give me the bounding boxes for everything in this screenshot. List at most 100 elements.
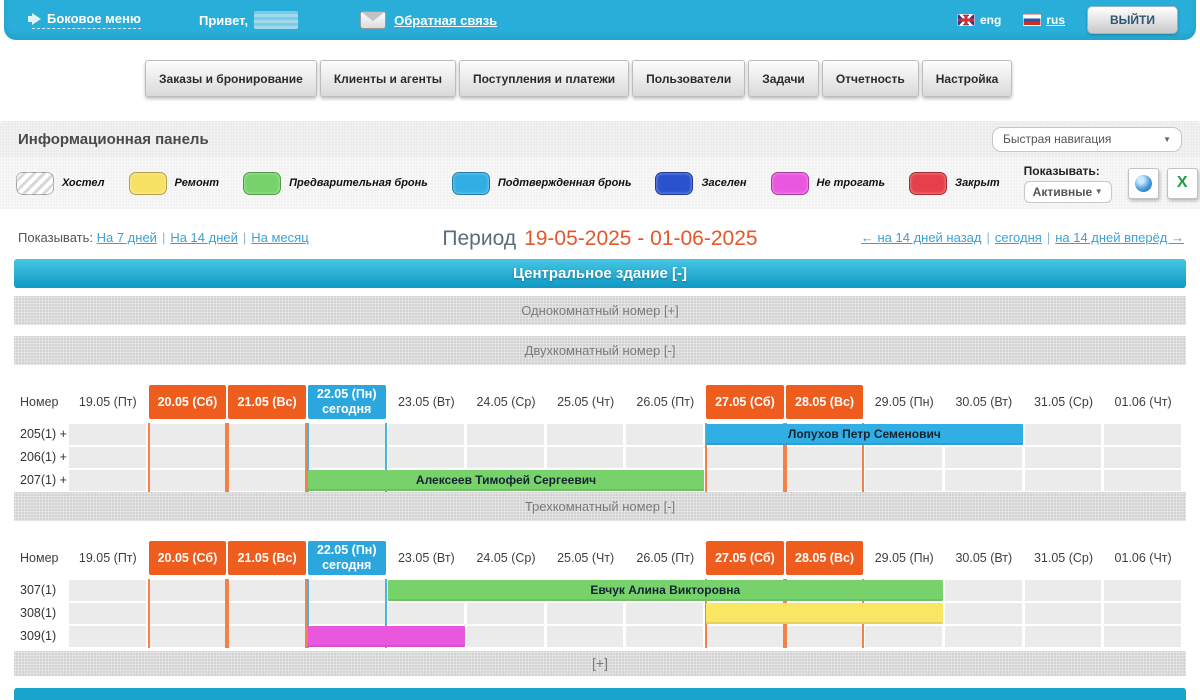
calendar-cell[interactable] bbox=[1025, 447, 1102, 468]
booking-bar[interactable] bbox=[308, 626, 465, 647]
calendar-cell[interactable] bbox=[467, 424, 544, 445]
calendar-cell[interactable] bbox=[467, 447, 544, 468]
calendar-cell[interactable] bbox=[1104, 424, 1181, 445]
feedback-link[interactable]: Обратная связь bbox=[394, 13, 497, 28]
calendar-cell[interactable] bbox=[388, 447, 465, 468]
calendar-cell[interactable] bbox=[228, 626, 305, 647]
calendar-cell[interactable] bbox=[228, 424, 305, 445]
calendar-cell[interactable] bbox=[69, 447, 146, 468]
calendar-cell[interactable] bbox=[308, 603, 385, 624]
calendar-cell[interactable] bbox=[865, 470, 942, 491]
calendar-cell[interactable] bbox=[388, 603, 465, 624]
calendar-cell[interactable] bbox=[706, 626, 783, 647]
calendar-cell[interactable] bbox=[1025, 603, 1102, 624]
calendar-cell[interactable] bbox=[149, 626, 226, 647]
room-type-section-bar[interactable]: Двухкомнатный номер [-] bbox=[14, 336, 1186, 365]
calendar-cell[interactable] bbox=[945, 447, 1022, 468]
nav-tab[interactable]: Пользователи bbox=[632, 60, 745, 97]
nav-tab[interactable]: Задачи bbox=[748, 60, 819, 97]
calendar-cell[interactable] bbox=[1025, 626, 1102, 647]
calendar-cell[interactable] bbox=[1104, 626, 1181, 647]
booking-bar[interactable]: Алексеев Тимофей Сергеевич bbox=[308, 470, 704, 491]
calendar-cell[interactable] bbox=[467, 626, 544, 647]
calendar-cell[interactable] bbox=[69, 580, 146, 601]
calendar-cell[interactable] bbox=[467, 603, 544, 624]
nav-tab[interactable]: Заказы и бронирование bbox=[145, 60, 317, 97]
calendar-cell[interactable] bbox=[547, 447, 624, 468]
nav-tab[interactable]: Отчетность bbox=[822, 60, 919, 97]
range-link[interactable]: На 7 дней bbox=[97, 230, 157, 245]
calendar-cell[interactable] bbox=[626, 424, 703, 445]
calendar-cell[interactable] bbox=[945, 470, 1022, 491]
calendar-cell[interactable] bbox=[706, 447, 783, 468]
calendar-cell[interactable] bbox=[308, 447, 385, 468]
room-label[interactable]: 205(1) + bbox=[20, 423, 67, 446]
calendar-cell[interactable] bbox=[547, 626, 624, 647]
range-link[interactable]: На месяц bbox=[251, 230, 308, 245]
language-rus[interactable]: rus bbox=[1023, 13, 1065, 27]
calendar-cell[interactable] bbox=[626, 626, 703, 647]
room-label[interactable]: 309(1) bbox=[20, 625, 56, 648]
calendar-cell[interactable] bbox=[547, 424, 624, 445]
calendar-cell[interactable] bbox=[149, 580, 226, 601]
building-header[interactable]: Центральное здание [-] bbox=[14, 259, 1186, 288]
room-type-section-bar[interactable]: Однокомнатный номер [+] bbox=[14, 296, 1186, 325]
calendar-cell[interactable] bbox=[228, 470, 305, 491]
calendar-cell[interactable] bbox=[149, 424, 226, 445]
language-eng[interactable]: eng bbox=[957, 13, 1001, 27]
calendar-cell[interactable] bbox=[945, 580, 1022, 601]
calendar-cell[interactable] bbox=[69, 424, 146, 445]
calendar-cell[interactable] bbox=[228, 447, 305, 468]
calendar-cell[interactable] bbox=[945, 626, 1022, 647]
room-label[interactable]: 207(1) + bbox=[20, 469, 67, 492]
today-link[interactable]: сегодня bbox=[995, 230, 1042, 245]
nav-tab[interactable]: Настройка bbox=[922, 60, 1013, 97]
calendar-cell[interactable] bbox=[786, 626, 863, 647]
calendar-cell[interactable] bbox=[69, 470, 146, 491]
room-label[interactable]: 307(1) bbox=[20, 579, 56, 602]
booking-bar[interactable]: Евчук Алина Викторовна bbox=[388, 580, 943, 601]
calendar-cell[interactable] bbox=[706, 470, 783, 491]
calendar-cell[interactable] bbox=[228, 580, 305, 601]
room-type-section-bar[interactable]: Трехкомнатный номер [-] bbox=[14, 492, 1186, 521]
calendar-cell[interactable] bbox=[865, 447, 942, 468]
calendar-cell[interactable] bbox=[69, 626, 146, 647]
calendar-cell[interactable] bbox=[786, 447, 863, 468]
calendar-cell[interactable] bbox=[865, 626, 942, 647]
side-menu-toggle[interactable]: Боковое меню bbox=[32, 11, 141, 29]
nav-tab[interactable]: Клиенты и агенты bbox=[320, 60, 456, 97]
calendar-cell[interactable] bbox=[945, 603, 1022, 624]
expand-section-button[interactable]: [+] bbox=[14, 651, 1186, 676]
calendar-cell[interactable] bbox=[388, 424, 465, 445]
web-export-icon[interactable] bbox=[1128, 168, 1159, 199]
calendar-cell[interactable] bbox=[1025, 424, 1102, 445]
calendar-cell[interactable] bbox=[786, 470, 863, 491]
calendar-cell[interactable] bbox=[1025, 470, 1102, 491]
logout-button[interactable]: выйти bbox=[1087, 6, 1178, 34]
calendar-cell[interactable] bbox=[1104, 470, 1181, 491]
calendar-cell[interactable] bbox=[149, 447, 226, 468]
calendar-cell[interactable] bbox=[626, 603, 703, 624]
booking-bar[interactable] bbox=[706, 603, 943, 624]
filter-select[interactable]: Активные bbox=[1024, 181, 1112, 203]
booking-bar[interactable]: Лопухов Петр Семенович bbox=[706, 424, 1023, 445]
room-label[interactable]: 308(1) bbox=[20, 602, 56, 625]
range-link[interactable]: На 14 дней bbox=[170, 230, 238, 245]
quick-nav-select[interactable]: Быстрая навигация bbox=[992, 127, 1182, 152]
excel-export-icon[interactable] bbox=[1167, 168, 1198, 199]
calendar-cell[interactable] bbox=[547, 603, 624, 624]
calendar-cell[interactable] bbox=[228, 603, 305, 624]
calendar-cell[interactable] bbox=[1104, 603, 1181, 624]
calendar-cell[interactable] bbox=[1025, 580, 1102, 601]
calendar-cell[interactable] bbox=[308, 580, 385, 601]
calendar-cell[interactable] bbox=[1104, 447, 1181, 468]
calendar-cell[interactable] bbox=[308, 424, 385, 445]
calendar-cell[interactable] bbox=[626, 447, 703, 468]
calendar-cell[interactable] bbox=[149, 603, 226, 624]
back-14-days-link[interactable]: ← на 14 дней назад bbox=[861, 230, 982, 245]
calendar-cell[interactable] bbox=[1104, 580, 1181, 601]
room-label[interactable]: 206(1) + bbox=[20, 446, 67, 469]
next-building-bar[interactable] bbox=[14, 688, 1186, 700]
forward-14-days-link[interactable]: на 14 дней вперёд → bbox=[1055, 230, 1184, 245]
nav-tab[interactable]: Поступления и платежи bbox=[459, 60, 629, 97]
